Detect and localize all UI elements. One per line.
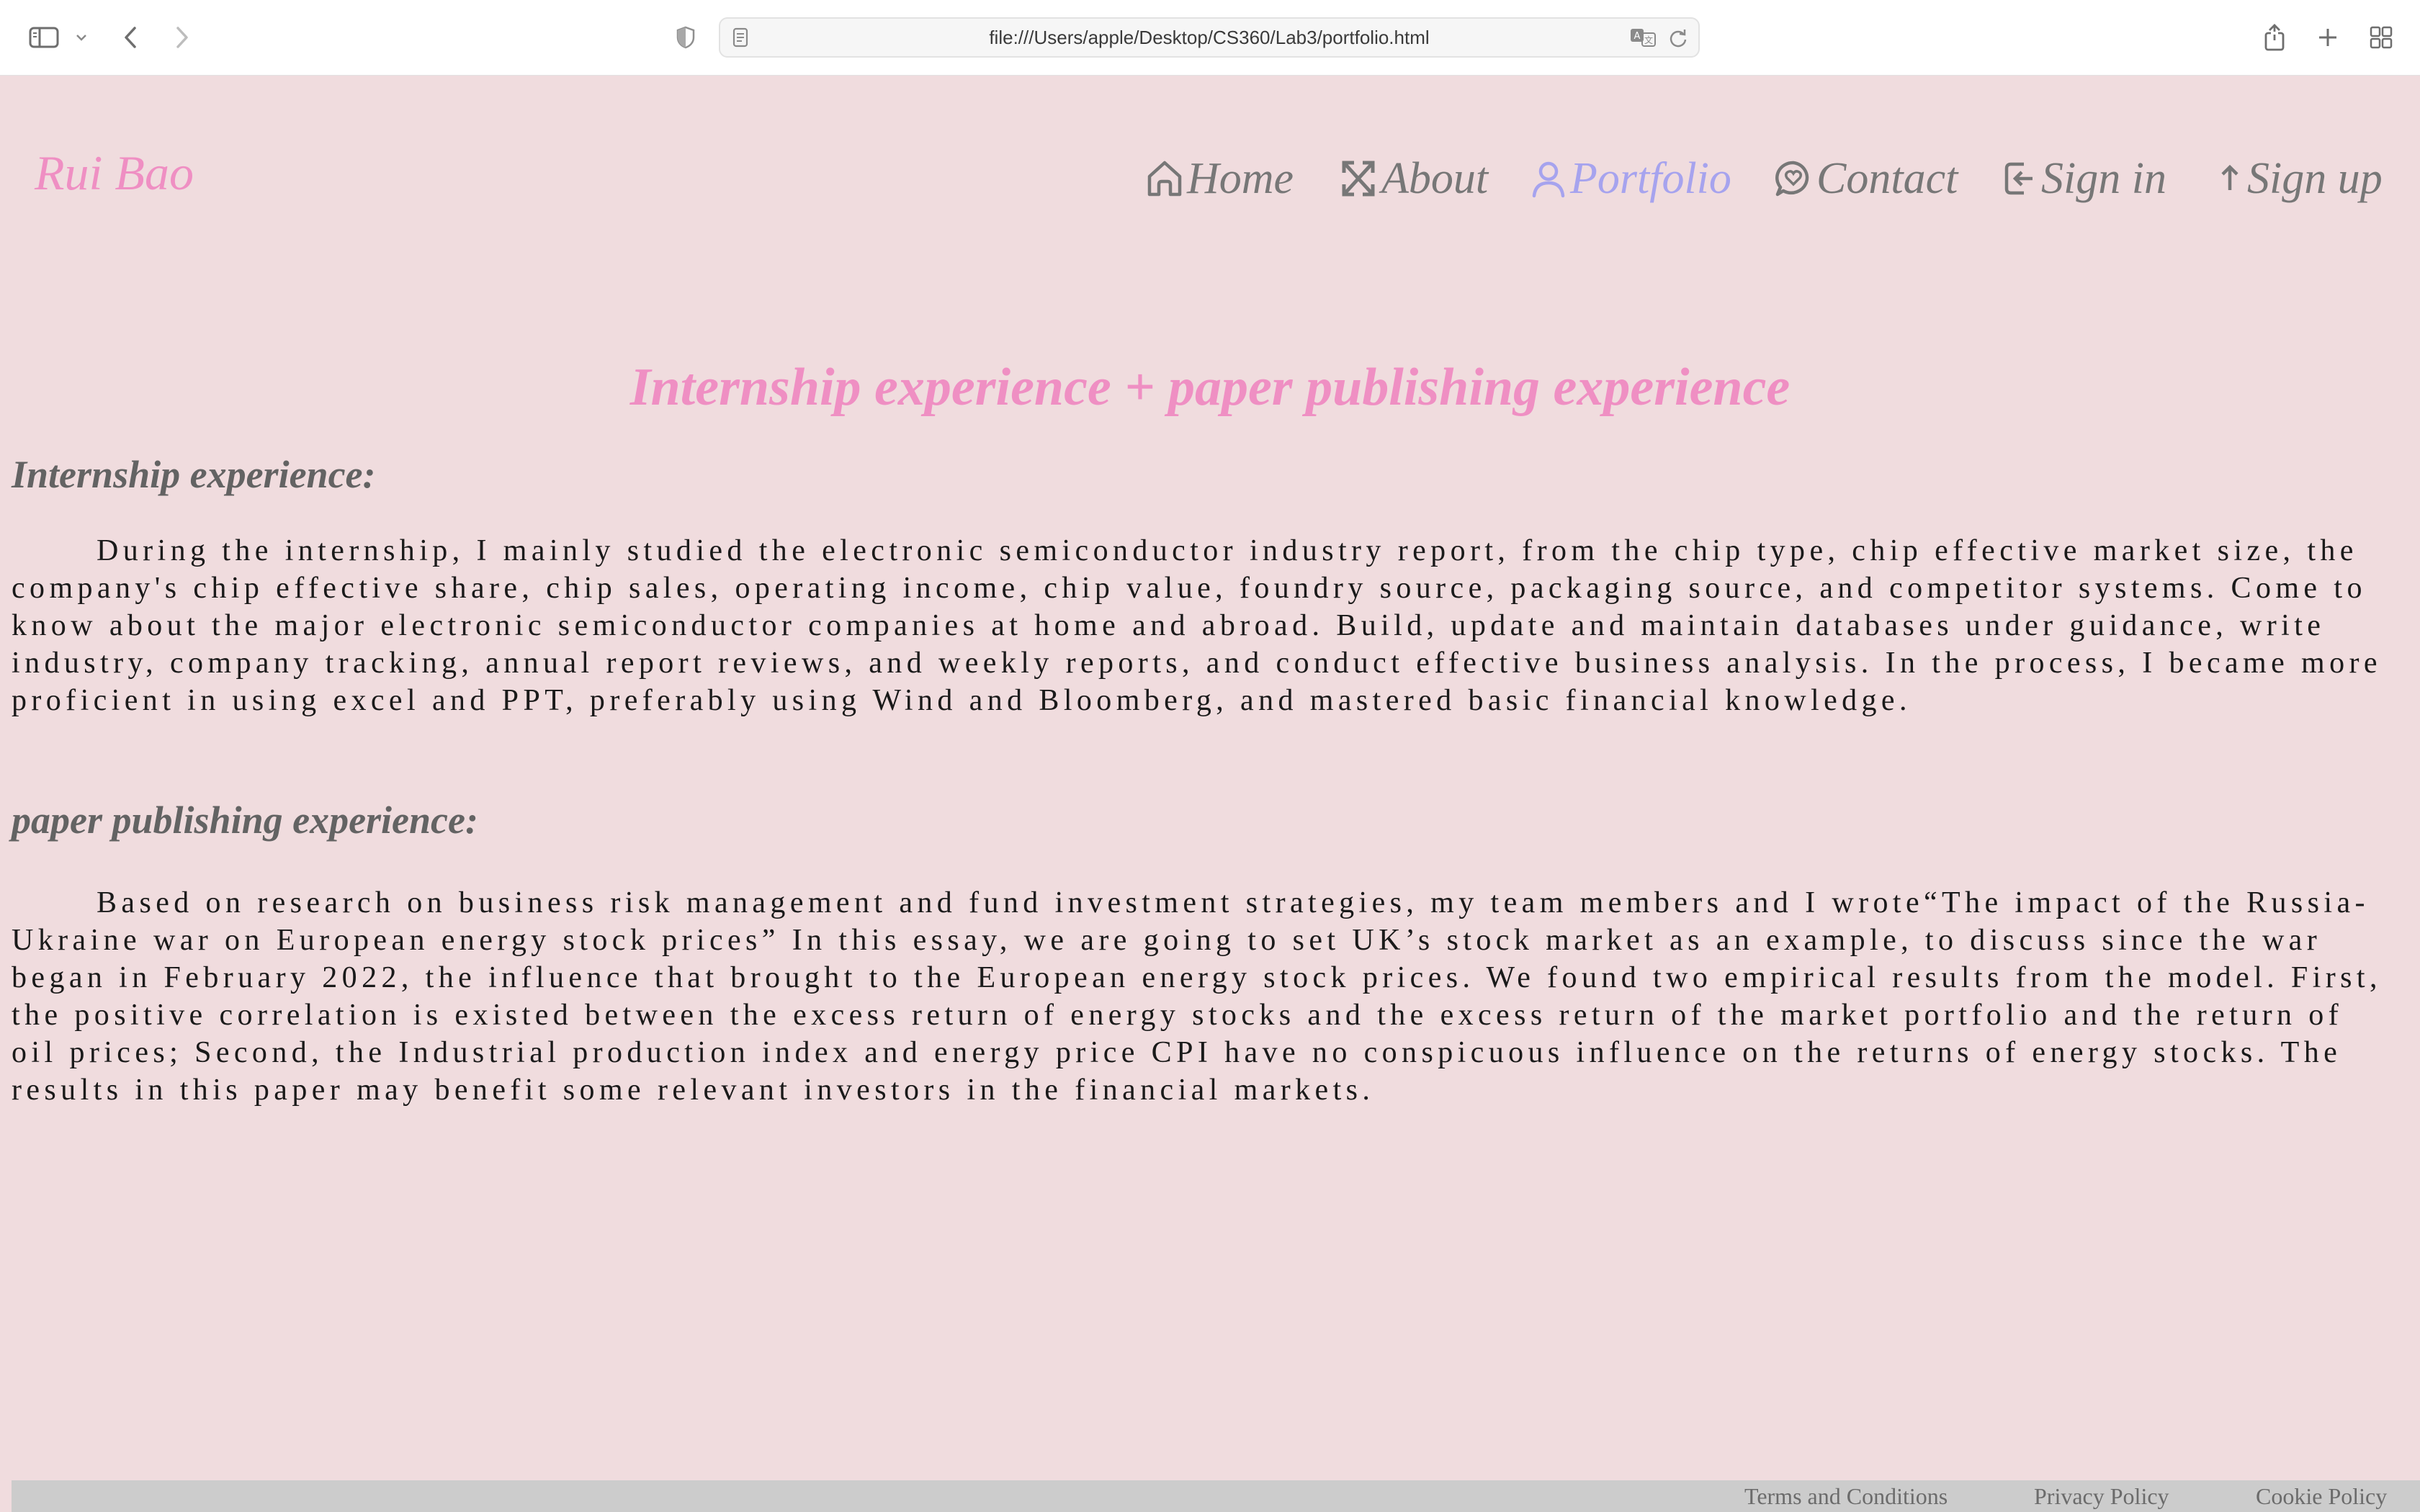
nav-contact[interactable]: Contact — [1773, 150, 1958, 207]
footer: Terms and Conditions Privacy Policy Cook… — [12, 1480, 2420, 1512]
nav-sign-in[interactable]: Sign in — [2002, 150, 2166, 207]
paper-paragraph: Based on research on business risk manag… — [12, 886, 2382, 1107]
svg-text:文: 文 — [1644, 35, 1653, 45]
footer-cookie-link[interactable]: Cookie Policy — [2256, 1480, 2387, 1512]
nav-about[interactable]: About — [1338, 150, 1488, 207]
url-text[interactable]: file:///Users/apple/Desktop/CS360/Lab3/p… — [720, 19, 1698, 56]
section-heading-internship: Internship experience: — [12, 453, 376, 496]
expand-arrows-icon — [1338, 157, 1379, 200]
arrow-up-icon — [2215, 157, 2244, 200]
nav-contact-label: Contact — [1816, 154, 1958, 203]
address-bar[interactable]: file:///Users/apple/Desktop/CS360/Lab3/p… — [719, 17, 1700, 58]
sidebar-icon[interactable] — [26, 20, 62, 55]
back-icon[interactable] — [118, 20, 143, 55]
forward-icon[interactable] — [170, 20, 194, 55]
nav-portfolio-label: Portfolio — [1570, 154, 1731, 203]
tab-overview-icon[interactable] — [2367, 20, 2396, 55]
nav-sign-up[interactable]: Sign up — [2215, 150, 2383, 207]
nav-sign-up-label: Sign up — [2247, 154, 2383, 203]
footer-terms-link[interactable]: Terms and Conditions — [1744, 1480, 1948, 1512]
internship-paragraph: During the internship, I mainly studied … — [12, 534, 2382, 717]
svg-text:A: A — [1634, 31, 1641, 42]
share-icon[interactable] — [2260, 20, 2289, 55]
person-icon — [1530, 157, 1567, 200]
nav-about-label: About — [1381, 154, 1489, 203]
chevron-down-icon[interactable] — [71, 20, 92, 55]
reload-icon[interactable] — [1668, 27, 1688, 49]
privacy-shield-icon[interactable] — [673, 20, 699, 55]
chat-heart-icon — [1773, 157, 1814, 200]
nav-home[interactable]: Home — [1145, 150, 1294, 207]
footer-privacy-link[interactable]: Privacy Policy — [2034, 1480, 2169, 1512]
nav-home-label: Home — [1187, 154, 1294, 203]
browser-toolbar: file:///Users/apple/Desktop/CS360/Lab3/p… — [0, 0, 2420, 76]
nav-portfolio[interactable]: Portfolio — [1530, 150, 1731, 207]
nav-sign-in-label: Sign in — [2041, 154, 2166, 203]
sign-in-icon — [2002, 157, 2038, 200]
home-icon — [1145, 157, 1184, 200]
new-tab-icon[interactable] — [2313, 20, 2342, 55]
section-heading-paper: paper publishing experience: — [12, 798, 478, 842]
translate-icon[interactable]: A文 — [1629, 26, 1658, 49]
site-logo[interactable]: Rui Bao — [35, 148, 194, 197]
page-title: Internship experience + paper publishing… — [629, 358, 1791, 417]
